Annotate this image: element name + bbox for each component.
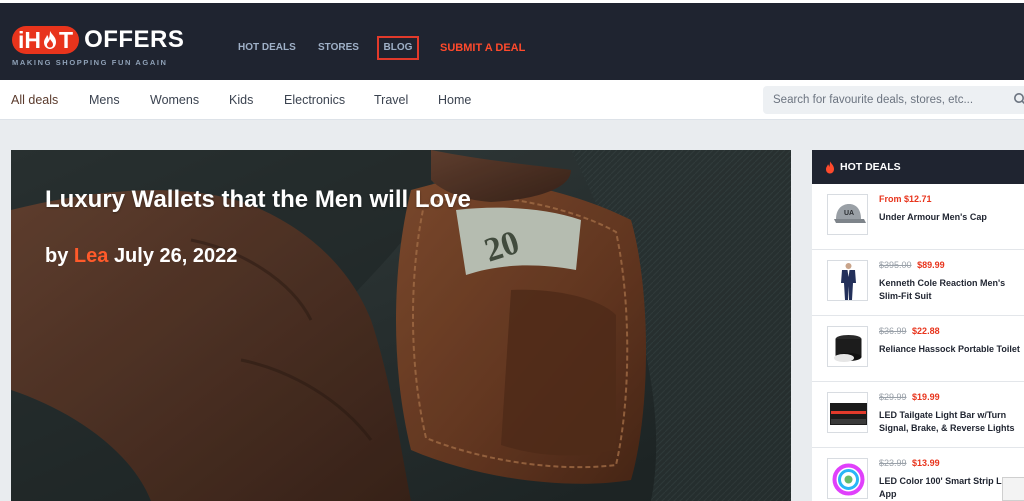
nav-stores[interactable]: STORES [318, 36, 359, 60]
flame-icon [44, 31, 56, 49]
logo-badge: iH T [12, 26, 80, 54]
deal-old-price: $395.00 [879, 260, 912, 270]
deal-thumbnail[interactable]: UA [827, 194, 868, 235]
byline-prefix: by [45, 245, 69, 267]
deal-price: $29.99 $19.99 [879, 392, 940, 402]
article-author[interactable]: Lea [74, 245, 108, 267]
deal-name[interactable]: Kenneth Cole Reaction Men's Slim-Fit Sui… [879, 277, 1021, 303]
hot-deals-heading: HOT DEALS [812, 150, 1024, 184]
truck-light-icon [830, 403, 867, 425]
logo-text-left: iH [18, 27, 41, 53]
category-home[interactable]: Home [438, 80, 471, 120]
flame-icon [826, 161, 834, 174]
svg-text:UA: UA [844, 210, 854, 217]
deal-item[interactable]: $395.00 $89.99 Kenneth Cole Reaction Men… [812, 250, 1024, 316]
site-logo[interactable]: iH T OFFERS MAKING SHOPPING FUN AGAIN [12, 25, 185, 69]
category-womens[interactable]: Womens [150, 80, 199, 120]
logo-text-offers: OFFERS [84, 26, 185, 53]
deal-item[interactable]: UA From $12.71 Under Armour Men's Cap [812, 184, 1024, 250]
category-kids[interactable]: Kids [229, 80, 253, 120]
category-all-deals[interactable]: All deals [11, 80, 58, 120]
suit-icon [841, 263, 856, 300]
category-mens[interactable]: Mens [89, 80, 120, 120]
deal-price: $395.00 $89.99 [879, 260, 945, 270]
search-input[interactable] [763, 86, 1003, 114]
deal-thumbnail[interactable] [827, 260, 868, 301]
article-title[interactable]: Luxury Wallets that the Men will Love [45, 186, 471, 214]
article-meta: by Lea July 26, 2022 [45, 245, 237, 268]
deal-current-price: $22.88 [912, 326, 940, 336]
deal-old-price: $29.99 [879, 392, 907, 402]
deal-current-price: $89.99 [917, 260, 945, 270]
deal-current-price: From $12.71 [879, 194, 932, 204]
led-strip-icon [832, 463, 865, 496]
featured-article[interactable]: 20 Luxury Wallets that the Men will Love… [11, 150, 791, 501]
hot-deals-title: HOT DEALS [840, 161, 901, 173]
article-date: July 26, 2022 [113, 245, 238, 267]
deal-price: $36.99 $22.88 [879, 326, 940, 336]
deal-current-price: $13.99 [912, 458, 940, 468]
deal-old-price: $23.99 [879, 458, 907, 468]
logo-tagline: MAKING SHOPPING FUN AGAIN [12, 58, 168, 67]
deal-name[interactable]: Reliance Hassock Portable Toilet [879, 343, 1021, 356]
deal-name[interactable]: Under Armour Men's Cap [879, 211, 1021, 224]
logo-text-mid: T [59, 27, 74, 53]
nav-blog[interactable]: BLOG [377, 36, 419, 60]
deal-item[interactable]: $29.99 $19.99 LED Tailgate Light Bar w/T… [812, 382, 1024, 448]
category-electronics[interactable]: Electronics [284, 80, 345, 120]
category-travel[interactable]: Travel [374, 80, 408, 120]
deal-price: $23.99 $13.99 [879, 458, 940, 468]
deal-thumbnail[interactable] [827, 326, 868, 367]
deal-name[interactable]: LED Tailgate Light Bar w/Turn Signal, Br… [879, 409, 1021, 435]
deal-price: From $12.71 [879, 194, 932, 204]
search-box [763, 86, 1024, 114]
nav-submit-deal[interactable]: SUBMIT A DEAL [440, 36, 525, 60]
deal-thumbnail[interactable] [827, 392, 868, 433]
search-icon[interactable] [1013, 92, 1024, 106]
deal-item[interactable]: $23.99 $13.99 LED Color 100' Smart Strip… [812, 448, 1024, 501]
deal-thumbnail[interactable] [827, 458, 868, 499]
nav-hot-deals[interactable]: HOT DEALS [238, 36, 296, 60]
cap-icon: UA [834, 204, 866, 223]
deal-item[interactable]: $36.99 $22.88 Reliance Hassock Portable … [812, 316, 1024, 382]
toilet-icon [834, 335, 862, 362]
deal-name[interactable]: LED Color 100' Smart Strip Li w/ App [879, 475, 1021, 501]
deal-old-price: $36.99 [879, 326, 907, 336]
hot-deals-panel: HOT DEALS UA From $12.71 Under Armour Me… [812, 150, 1024, 501]
recaptcha-badge[interactable] [1002, 477, 1024, 501]
category-bar: All deals Mens Womens Kids Electronics T… [0, 80, 1024, 120]
site-header: iH T OFFERS MAKING SHOPPING FUN AGAIN HO… [0, 0, 1024, 80]
deal-current-price: $19.99 [912, 392, 940, 402]
